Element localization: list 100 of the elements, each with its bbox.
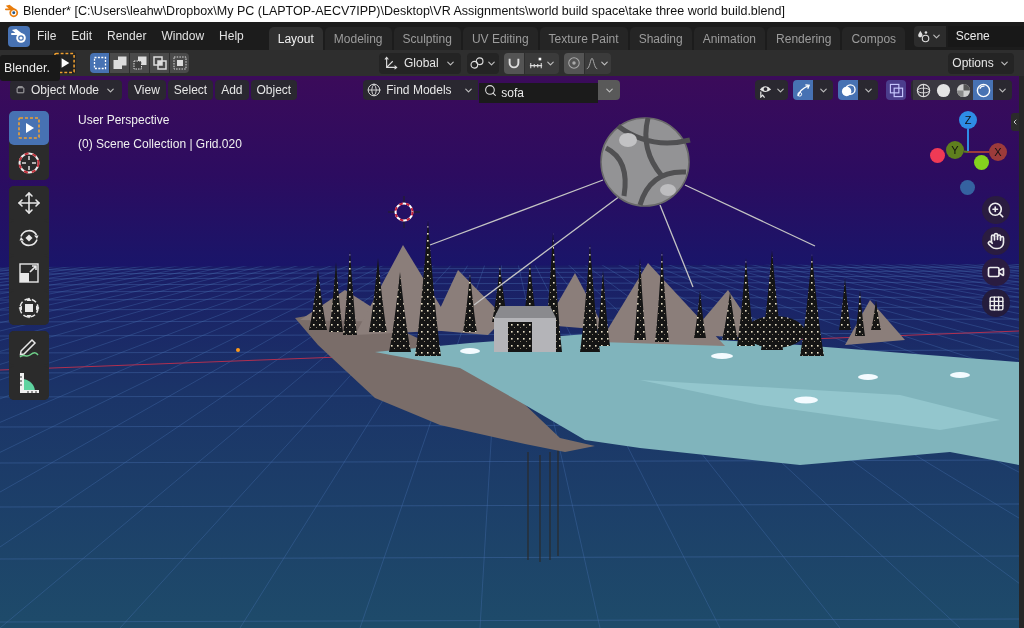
menu-item[interactable]: Render [100, 25, 154, 47]
dashed-square-icon [92, 56, 107, 70]
visibility-dropdown[interactable] [755, 80, 788, 100]
axis-button[interactable]: Z [959, 111, 977, 129]
house [494, 306, 556, 352]
workspace-tab[interactable]: Sculpting [393, 27, 461, 50]
scene-selector-button[interactable] [913, 25, 946, 47]
proportional-edit-button[interactable] [564, 52, 584, 74]
magnet-icon [507, 56, 521, 70]
viewport-menu-button[interactable]: View [128, 80, 166, 100]
solid-sphere-icon [935, 82, 951, 98]
overlapping-circles-icon [840, 82, 856, 98]
squares-difference-icon [152, 56, 167, 70]
workspace-tab[interactable]: Modeling [324, 27, 392, 50]
menu-item[interactable]: Window [154, 25, 212, 47]
find-models-dropdown[interactable]: Find Models [363, 80, 479, 100]
sidebar-toggle-button[interactable] [1011, 113, 1019, 131]
overlapping-squares-icon [888, 82, 904, 98]
viewport-menu-button[interactable]: Select [167, 80, 214, 100]
viewport-menu-button[interactable]: Object [250, 80, 298, 100]
linked-circles-icon [469, 56, 484, 70]
light-glow [950, 372, 970, 378]
menu-item[interactable]: Edit [64, 25, 100, 47]
select-mode-button[interactable] [110, 53, 129, 73]
falloff-dropdown[interactable] [585, 52, 611, 74]
workspace-tab[interactable]: Animation [693, 27, 766, 50]
pencil-icon [17, 336, 41, 360]
workspace-tab[interactable]: UV Editing [462, 27, 538, 50]
zoom-in-icon [987, 201, 1005, 219]
origin-point-icon [236, 348, 240, 352]
view-name-label: User Perspective [78, 112, 171, 129]
search-dropdown-button[interactable] [598, 80, 621, 100]
ruler-protractor-icon [17, 371, 41, 395]
move-arrows-icon [17, 191, 41, 215]
pivot-dropdown[interactable] [467, 52, 499, 74]
menu-item[interactable]: File [30, 25, 64, 47]
mode-dropdown[interactable]: Object Mode [10, 80, 122, 100]
curved-arrow-icon [795, 82, 811, 98]
shading-mode-button[interactable] [913, 80, 933, 100]
transform-icon [17, 296, 41, 320]
toggle-options-dropdown[interactable] [858, 80, 878, 100]
overlay-toggle-button[interactable] [838, 80, 858, 100]
workspace-tab[interactable]: Compos [842, 27, 906, 50]
crosshair-circle-icon [17, 151, 41, 175]
window-title: Blender* [C:\Users\leahw\Dropbox\My PC (LAPTOP-AECV7IPP)\Desktop\VR Assignments\world build space\take three world build.blend] [23, 2, 785, 20]
light-glow [858, 374, 878, 380]
light-glow [460, 348, 480, 354]
workspace-tab[interactable]: Rendering [767, 27, 841, 50]
menu-item[interactable]: Help [212, 25, 251, 47]
tooltip: Blender. [0, 55, 60, 81]
workspace-tab[interactable]: Shading [629, 27, 692, 50]
snap-mode-dropdown[interactable] [525, 52, 559, 74]
select-mode-button[interactable] [130, 53, 149, 73]
app-logo-icon [5, 4, 19, 18]
bell-curve-icon [586, 56, 598, 70]
xray-toggle-button[interactable] [886, 80, 906, 100]
select-mode-button[interactable] [150, 53, 169, 73]
grid-icon [987, 294, 1005, 312]
zoom-button[interactable] [982, 196, 1010, 224]
camera-view-button[interactable] [982, 258, 1010, 286]
chevron-left-icon [1011, 117, 1019, 127]
rendered-sphere-icon [975, 82, 991, 98]
globe-icon [367, 83, 382, 97]
orientation-dropdown[interactable]: Global [379, 52, 461, 74]
viewport-menu-button[interactable]: Add [215, 80, 249, 100]
select-box-icon [53, 51, 76, 75]
shading-mode-button[interactable] [973, 80, 993, 100]
wireframe-sphere-icon [915, 82, 931, 98]
ruler-ticks-icon [528, 56, 543, 70]
options-dropdown[interactable]: Options [948, 52, 1014, 74]
app-logo-icon [11, 28, 27, 44]
app-menu-button[interactable] [8, 25, 30, 47]
shading-mode-button[interactable] [953, 80, 973, 100]
select-box-tool-button[interactable] [9, 111, 49, 145]
search-field[interactable]: sofa [479, 83, 599, 103]
gizmo-toggle-button[interactable] [793, 80, 813, 100]
pan-button[interactable] [982, 227, 1010, 255]
select-mode-button[interactable] [90, 53, 109, 73]
search-icon [484, 83, 498, 97]
axis-button[interactable]: Y [946, 141, 964, 159]
scene-field[interactable]: Scene [947, 25, 1024, 47]
hand-icon [987, 232, 1005, 250]
workspace-tab[interactable]: Texture Paint [539, 27, 628, 50]
circle-dot-icon [567, 56, 581, 70]
scale-squares-icon [17, 261, 41, 285]
collection-label: (0) Scene Collection | Grid.020 [78, 136, 242, 153]
material-sphere-icon [955, 82, 971, 98]
workspace-tab[interactable]: Layout [268, 27, 323, 50]
shapes-icon [917, 29, 931, 43]
squares-union-icon [112, 56, 127, 70]
squares-subtract-icon [132, 56, 147, 70]
select-mode-button[interactable] [170, 53, 189, 73]
select-box-icon [17, 116, 41, 140]
squares-intersect-icon [172, 56, 187, 70]
cursor-crosshair-icon [387, 195, 421, 229]
light-glow [794, 396, 818, 404]
snap-toggle-button[interactable] [504, 52, 524, 74]
toggle-options-dropdown[interactable] [813, 80, 833, 100]
light-glow [711, 353, 733, 359]
axes-icon [384, 56, 398, 70]
